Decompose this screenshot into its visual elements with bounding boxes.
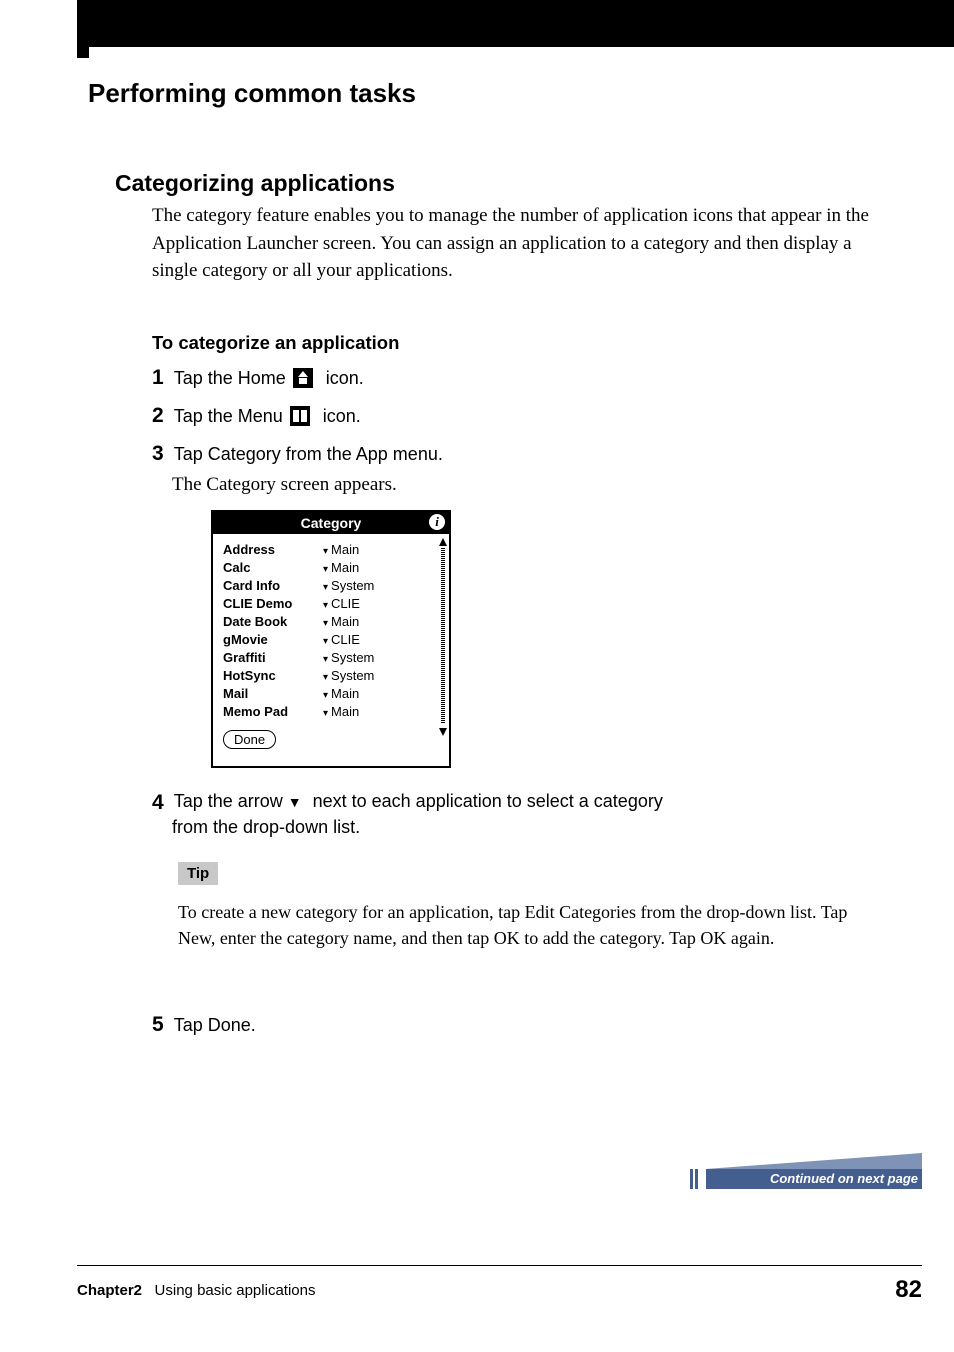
step-5: 5 Tap Done. xyxy=(152,1013,874,1037)
category-value: ▾CLIE xyxy=(323,596,439,611)
step-note: The Category screen appears. xyxy=(172,472,874,499)
page-title: Performing common tasks xyxy=(88,78,416,109)
tip-text: To create a new category for an applicat… xyxy=(178,899,878,951)
section-heading: Categorizing applications xyxy=(115,170,395,197)
category-row: Card Info▾System xyxy=(223,576,439,594)
step-text-pre: Tap the arrow xyxy=(174,791,288,811)
dropdown-arrow-icon: ▾ xyxy=(323,564,328,575)
category-app: Mail xyxy=(223,686,323,701)
category-row: HotSync▾System xyxy=(223,666,439,684)
info-icon: i xyxy=(429,514,445,530)
category-value: ▾Main xyxy=(323,686,439,701)
category-list: Address▾Main Calc▾Main Card Info▾System … xyxy=(213,534,449,755)
category-row: gMovie▾CLIE xyxy=(223,630,439,648)
dropdown-arrow-icon: ▾ xyxy=(323,672,328,683)
footer-chapter: Chapter2 xyxy=(77,1282,142,1299)
category-row: Date Book▾Main xyxy=(223,612,439,630)
dropdown-arrow-icon: ▾ xyxy=(323,708,328,719)
category-row: Calc▾Main xyxy=(223,558,439,576)
category-row: Memo Pad▾Main xyxy=(223,702,439,720)
tip-label: Tip xyxy=(178,862,218,885)
step-text-pre: Tap the Home xyxy=(174,368,291,388)
category-row: CLIE Demo▾CLIE xyxy=(223,594,439,612)
category-row: Address▾Main xyxy=(223,540,439,558)
footer-chapter-title-text: Using basic applications xyxy=(155,1282,316,1299)
step-number: 4 xyxy=(152,791,164,815)
home-icon xyxy=(293,368,313,388)
step-2: 2 Tap the Menu icon. xyxy=(152,404,874,428)
step-text: Tap Done. xyxy=(174,1015,256,1035)
step-number: 1 xyxy=(152,366,164,390)
arrow-down-icon xyxy=(288,794,302,812)
category-value: ▾Main xyxy=(323,560,439,575)
menu-icon xyxy=(290,406,310,426)
continued-triangle xyxy=(706,1153,922,1169)
category-app: Date Book xyxy=(223,614,323,629)
footer-chapter-title xyxy=(146,1282,154,1299)
step-3: 3 Tap Category from the App menu. The Ca… xyxy=(152,442,874,499)
category-app: Graffiti xyxy=(223,650,323,665)
continued-banner: Continued on next page xyxy=(690,1161,922,1189)
category-app: Memo Pad xyxy=(223,704,323,719)
step-number: 3 xyxy=(152,442,164,466)
category-value: ▾System xyxy=(323,578,439,593)
category-value: ▾Main xyxy=(323,704,439,719)
tip-section: Tip To create a new category for an appl… xyxy=(178,862,878,951)
step-number: 2 xyxy=(152,404,164,428)
category-row: Graffiti▾System xyxy=(223,648,439,666)
category-screenshot: Category i Address▾Main Calc▾Main Card I… xyxy=(211,510,451,768)
step-number: 5 xyxy=(152,1013,164,1037)
category-app: HotSync xyxy=(223,668,323,683)
continued-text: Continued on next page xyxy=(706,1169,922,1189)
section-intro-text: The category feature enables you to mana… xyxy=(152,202,874,285)
step-text-post: icon. xyxy=(318,406,361,426)
continued-lines-icon xyxy=(690,1169,700,1189)
category-app: Card Info xyxy=(223,578,323,593)
category-value: ▾CLIE xyxy=(323,632,439,647)
dropdown-arrow-icon: ▾ xyxy=(323,690,328,701)
page-number: 82 xyxy=(895,1276,922,1304)
footer-divider xyxy=(77,1265,922,1266)
category-value: ▾Main xyxy=(323,614,439,629)
subsection-heading: To categorize an application xyxy=(152,332,399,354)
category-value: ▾System xyxy=(323,668,439,683)
step-text-line2: from the drop-down list. xyxy=(172,817,874,838)
header-bar xyxy=(77,0,954,47)
step-text-post: next to each application to select a cat… xyxy=(308,791,663,811)
category-app: CLIE Demo xyxy=(223,596,323,611)
step-text: Tap Category from the App menu. xyxy=(174,444,443,464)
dropdown-arrow-icon: ▾ xyxy=(323,654,328,665)
step-1: 1 Tap the Home icon. xyxy=(152,366,874,390)
category-title-bar: Category i xyxy=(213,512,449,534)
category-app: Calc xyxy=(223,560,323,575)
dropdown-arrow-icon: ▾ xyxy=(323,600,328,611)
dropdown-arrow-icon: ▾ xyxy=(323,546,328,557)
footer-left: Chapter2 Using basic applications xyxy=(77,1282,315,1299)
step-text-pre: Tap the Menu xyxy=(174,406,288,426)
step-4: 4 Tap the arrow next to each application… xyxy=(152,789,874,838)
category-row: Mail▾Main xyxy=(223,684,439,702)
step-text-post: icon. xyxy=(321,368,364,388)
category-value: ▾Main xyxy=(323,542,439,557)
dropdown-arrow-icon: ▾ xyxy=(323,582,328,593)
category-app: Address xyxy=(223,542,323,557)
dropdown-arrow-icon: ▾ xyxy=(323,636,328,647)
category-value: ▾System xyxy=(323,650,439,665)
done-button: Done xyxy=(223,730,276,749)
category-app: gMovie xyxy=(223,632,323,647)
dropdown-arrow-icon: ▾ xyxy=(323,618,328,629)
header-tab xyxy=(77,0,89,58)
category-title: Category xyxy=(301,515,362,531)
